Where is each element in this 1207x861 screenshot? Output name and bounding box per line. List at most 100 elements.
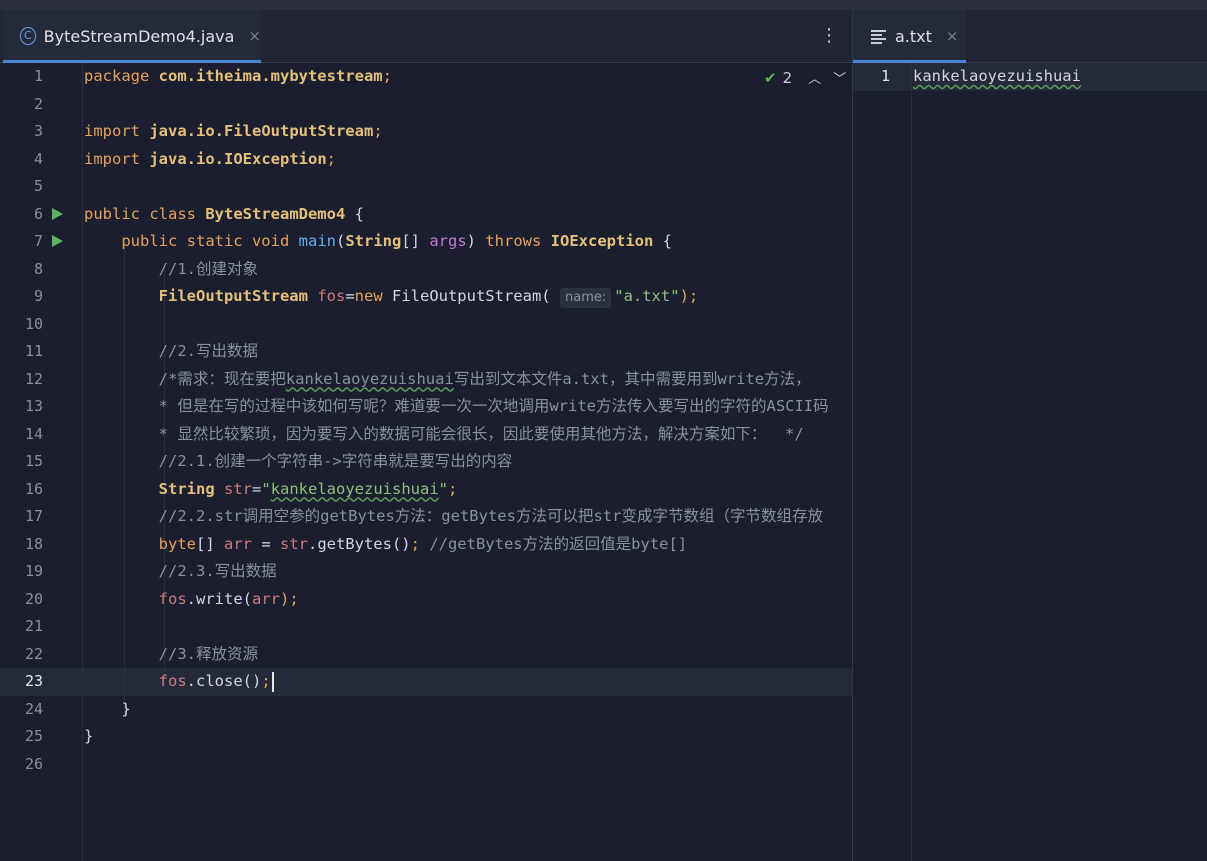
tab-bar-right: a.txt × (853, 10, 1207, 63)
close-icon[interactable]: × (946, 27, 959, 45)
code-line-25: } (84, 723, 93, 751)
text-file-icon (871, 29, 886, 44)
line-number: 22 (24, 644, 43, 663)
type-name: String (345, 232, 402, 250)
comment: //2.2.str调用空参的getBytes方法：getBytes方法可以把st… (158, 507, 823, 525)
editor-pane-right: a.txt × 1 kankelaoyezuishuai (853, 10, 1207, 861)
keyword: throws (485, 232, 542, 250)
keyword: package (84, 67, 150, 85)
run-main-icon[interactable] (52, 235, 63, 247)
package-name: com.itheima.mybytestream (158, 67, 383, 85)
method-name: main (298, 232, 336, 250)
code-line-7: public static void main(String[] args) t… (84, 228, 672, 256)
code-line-11: //2.写出数据 (84, 338, 258, 366)
inspection-count: 2 (782, 68, 793, 87)
more-options-icon[interactable]: ⋮ (820, 24, 838, 48)
operator: = (251, 534, 280, 553)
line-number: 1 (33, 67, 43, 85)
operator: = (252, 479, 262, 498)
semicolon: ; (326, 149, 336, 168)
line-number: 11 (24, 342, 43, 360)
type-name: FileOutputStream (158, 287, 308, 305)
variable: arr (223, 534, 252, 553)
line-number: 4 (33, 149, 43, 168)
tab-a-txt[interactable]: a.txt × (853, 10, 966, 63)
semicolon: ; (261, 672, 271, 690)
semicolon: ); (679, 287, 699, 305)
line-number: 25 (24, 727, 43, 745)
line-number: 18 (24, 534, 43, 553)
tab-bar-left: C ByteStreamDemo4.java × ⋮ (0, 10, 852, 63)
param-name: args (429, 232, 467, 250)
line-number: 12 (24, 369, 43, 388)
line-number: 26 (24, 754, 43, 773)
comment-typo: kankelaoyezuishuai (285, 369, 454, 388)
brackets: [] (401, 232, 430, 250)
line-number: 6 (33, 204, 43, 223)
constructor-call: FileOutputStream( (382, 287, 551, 305)
semicolon: ; (373, 122, 383, 140)
line-number: 9 (33, 287, 43, 305)
class-icon: C (20, 27, 36, 45)
variable: arr (251, 589, 280, 608)
line-number: 21 (24, 617, 43, 635)
line-number: 14 (24, 424, 43, 443)
line-number: 2 (33, 94, 43, 113)
keyword: import (84, 122, 140, 140)
line-number: 16 (24, 479, 43, 498)
code-line-20: fos.write(arr); (84, 586, 299, 614)
variable: str (279, 534, 308, 553)
semicolon: ); (279, 589, 299, 608)
comment: 写出到文本文件a.txt，其中需要用到write方法， (453, 369, 811, 388)
string-quote: " (261, 479, 271, 498)
line-number: 19 (24, 562, 43, 580)
comment: * 但是在写的过程中该如何写呢？难道要一次一次地调用write方法传入要写出的字… (158, 397, 829, 415)
operator: = (345, 287, 355, 305)
variable: fos (158, 672, 187, 690)
code-line-15: //2.1.创建一个字符串->字符串就是要写出的内容 (84, 448, 513, 476)
line-number: 10 (24, 314, 43, 333)
inspection-widget[interactable]: ✔ 2 ︿ ﹀ (764, 68, 846, 88)
semicolon: ; (382, 67, 392, 85)
comment: //2.3.写出数据 (158, 562, 277, 580)
brace: { (653, 232, 672, 250)
code-line-1: package com.itheima.mybytestream; (84, 63, 392, 91)
line-number-gutter: 1 2 3 4 5 6 7 8 9 10 11 12 13 14 15 16 1… (0, 63, 83, 861)
line-number: 1 (880, 67, 890, 85)
chevron-down-icon[interactable]: ﹀ (833, 68, 846, 87)
comment: /*需求：现在要把 (158, 369, 286, 388)
line-number: 15 (24, 452, 43, 470)
line-number: 7 (33, 232, 43, 250)
code-line-17: //2.2.str调用空参的getBytes方法：getBytes方法可以把st… (84, 503, 823, 531)
code-line-4: import java.io.IOException; (84, 146, 336, 174)
keyword: new (354, 287, 383, 305)
string-literal: kankelaoyezuishuai (270, 479, 439, 498)
brackets: [] (195, 534, 224, 553)
chevron-up-icon[interactable]: ︿ (808, 68, 821, 87)
code-line-3: import java.io.FileOutputStream; (84, 118, 383, 146)
line-number: 13 (24, 397, 43, 415)
line-number: 24 (24, 699, 43, 718)
import-path: java.io.FileOutputStream (149, 122, 374, 140)
run-class-icon[interactable] (52, 207, 63, 220)
code-line-18: byte[] arr = str.getBytes(); //getBytes方… (84, 531, 687, 559)
code-editor-area[interactable]: package com.itheima.mybytestream; import… (83, 63, 852, 861)
code-line-24: } (84, 696, 130, 724)
variable: fos (317, 287, 346, 305)
tab-bytestreamdemo4[interactable]: C ByteStreamDemo4.java × (3, 10, 261, 63)
comment: //1.创建对象 (158, 259, 258, 278)
comment: //getBytes方法的返回值是byte[] (419, 534, 688, 553)
file-content-line: kankelaoyezuishuai (913, 67, 1081, 85)
line-number: 8 (33, 259, 43, 278)
code-line-23: fos.close(); (84, 668, 274, 696)
paren: ) (466, 232, 486, 250)
exception-name: IOException (550, 232, 654, 250)
close-icon[interactable]: × (248, 27, 261, 45)
line-number: 20 (24, 589, 43, 608)
class-name: ByteStreamDemo4 (205, 204, 346, 223)
keyword: public class (84, 204, 196, 223)
line-number: 17 (24, 507, 43, 525)
brace: { (345, 204, 364, 223)
text-editor-area[interactable]: kankelaoyezuishuai (912, 63, 1207, 861)
keyword: public static void (121, 232, 290, 250)
